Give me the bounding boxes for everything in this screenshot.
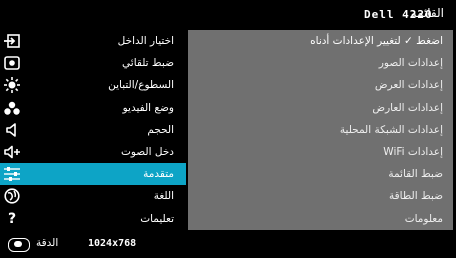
volume-icon (3, 121, 21, 139)
menu-item-advanced[interactable]: متقدمة (0, 163, 186, 186)
menu-item-label: اللغة (153, 190, 174, 203)
audio-input-icon (3, 143, 21, 161)
menu-item-label: تعليمات (140, 212, 174, 225)
menu-item-label: السطوع/التباين (108, 79, 174, 92)
brightness-icon (3, 76, 21, 94)
advanced-sliders-icon (3, 165, 21, 183)
submenu-item-label: ضبط الطاقة (389, 190, 443, 203)
menu-item-brightness-contrast[interactable]: السطوع/التباين (0, 74, 186, 96)
resolution-icon (8, 238, 30, 252)
status-bar: الدقة 1024x768 (0, 233, 456, 258)
submenu-item-information[interactable]: معلومات (188, 208, 453, 230)
menu-item-help[interactable]: تعليمات ? (0, 208, 186, 230)
submenu-item-wifi-settings[interactable]: إعدادات WiFi (188, 141, 453, 163)
menu-item-label: وضع الفيديو (122, 101, 174, 114)
help-icon: ? (7, 210, 17, 227)
input-select-icon (3, 32, 21, 50)
menu-item-label: اختيار الداخل (117, 35, 174, 48)
submenu-item-projector-settings[interactable]: إعدادات العارض (188, 97, 453, 119)
submenu-instruction: اضغط ✓ لتغيير الإعدادات أدناه (188, 30, 453, 52)
submenu-item-lan-settings[interactable]: إعدادات الشبكة المحلية (188, 119, 453, 141)
menu-item-label: دخل الصوت (121, 146, 174, 159)
submenu-item-image-settings[interactable]: إعدادات الصور (188, 52, 453, 74)
resolution-label: الدقة (36, 237, 59, 249)
submenu-item-label: إعدادات العارض (372, 101, 443, 114)
submenu-item-label: إعدادات الشبكة المحلية (339, 123, 443, 136)
menu-item-audio-input[interactable]: دخل الصوت (0, 141, 186, 163)
main-menu: اختيار الداخل ضبط تلقائي السطوع/التباين … (0, 30, 186, 230)
submenu-item-power-settings[interactable]: ضبط الطاقة (188, 185, 453, 207)
osd-header: Dell 4220 القائمة (0, 0, 456, 30)
submenu-panel: اضغط ✓ لتغيير الإعدادات أدناه إعدادات ال… (188, 30, 453, 230)
submenu-item-label: إعدادات WiFi (383, 145, 443, 158)
menu-item-label: متقدمة (143, 168, 174, 181)
menu-item-label: ضبط تلقائي (122, 57, 174, 70)
auto-adjust-icon (3, 54, 21, 72)
menu-item-language[interactable]: اللغة (0, 185, 186, 207)
menu-item-volume[interactable]: الحجم (0, 119, 186, 141)
submenu-item-label: ضبط القائمة (388, 168, 443, 181)
submenu-item-label: معلومات (404, 212, 443, 225)
submenu-item-label: إعدادات العرض (374, 79, 443, 92)
submenu-item-label: إعدادات الصور (378, 57, 443, 70)
video-mode-icon (3, 99, 21, 117)
projector-osd: Dell 4220 القائمة اختيار الداخل ضبط تلقا… (0, 0, 456, 258)
instruction-text: اضغط ✓ لتغيير الإعدادات أدناه (310, 35, 443, 47)
submenu-item-display-settings[interactable]: إعدادات العرض (188, 74, 453, 96)
language-globe-icon (3, 187, 21, 205)
menu-item-video-mode[interactable]: وضع الفيديو (0, 97, 186, 119)
menu-item-auto-adjust[interactable]: ضبط تلقائي (0, 52, 186, 74)
resolution-value: 1024x768 (88, 238, 137, 249)
menu-item-input-select[interactable]: اختيار الداخل (0, 30, 186, 52)
menu-title: القائمة (410, 6, 444, 20)
menu-item-label: الحجم (147, 123, 174, 136)
submenu-item-menu-settings[interactable]: ضبط القائمة (188, 163, 453, 185)
